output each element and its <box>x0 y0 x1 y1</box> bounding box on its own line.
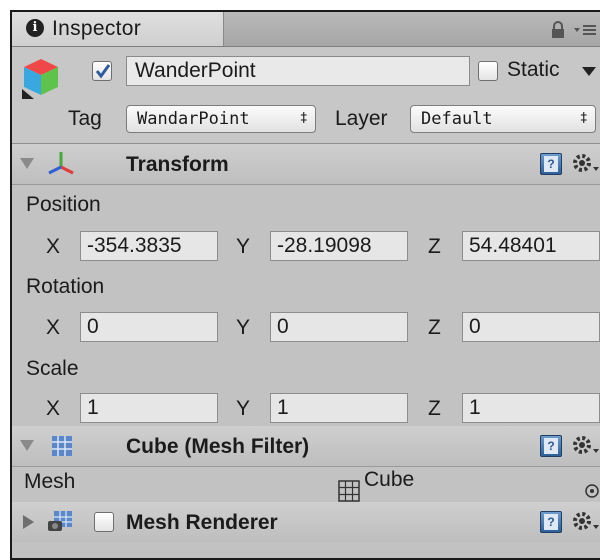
mesh-value[interactable]: Cube <box>364 468 414 492</box>
info-icon: i <box>26 19 44 37</box>
foldout-arrow[interactable] <box>20 158 34 169</box>
mesh-icon <box>338 480 360 502</box>
tag-dropdown-arrows: ‡ <box>300 111 308 126</box>
transform-icon <box>48 152 74 175</box>
mesh-filter-header[interactable]: Cube (Mesh Filter) ? <box>12 426 600 467</box>
rotation-y-label[interactable]: Y <box>236 316 250 340</box>
scale-label: Scale <box>26 357 79 380</box>
mesh-filter-icon <box>52 436 72 456</box>
position-y-field[interactable]: -28.19098 <box>270 231 408 261</box>
static-checkbox[interactable] <box>478 61 498 81</box>
tab-label: Inspector <box>52 17 142 40</box>
help-glyph: ? <box>544 514 558 530</box>
rotation-label: Rotation <box>26 275 105 298</box>
gear-icon[interactable] <box>570 509 600 535</box>
rotation-x-field[interactable]: 0 <box>80 312 218 342</box>
position-z-label[interactable]: Z <box>428 235 441 259</box>
tab-inspector[interactable]: i Inspector <box>12 12 224 46</box>
foldout-arrow[interactable] <box>23 515 34 529</box>
help-glyph: ? <box>544 438 558 454</box>
mesh-renderer-title: Mesh Renderer <box>126 511 278 534</box>
transform-title: Transform <box>126 153 229 176</box>
static-label: Static <box>507 58 560 81</box>
gear-icon[interactable] <box>570 151 600 177</box>
rotation-x-label[interactable]: X <box>46 316 60 340</box>
transform-header[interactable]: Transform ? <box>12 144 600 185</box>
rotation-z-field[interactable]: 0 <box>462 312 600 342</box>
help-icon[interactable]: ? <box>540 435 562 457</box>
scale-z-field[interactable]: 1 <box>462 393 600 423</box>
position-z-field[interactable]: 54.48401 <box>462 231 600 261</box>
tab-bar: i Inspector <box>12 12 600 47</box>
object-picker-icon[interactable] <box>584 483 600 499</box>
rotation-z-label[interactable]: Z <box>428 316 441 340</box>
tag-value: WandarPoint <box>137 109 250 129</box>
scale-z-label[interactable]: Z <box>428 397 441 421</box>
scale-y-label[interactable]: Y <box>236 397 250 421</box>
transform-body: Position X -354.3835 Y -28.19098 Z 54.48… <box>12 185 600 433</box>
tag-dropdown[interactable]: WandarPoint ‡ <box>126 105 316 133</box>
rotation-y-field[interactable]: 0 <box>270 312 408 342</box>
scale-x-label[interactable]: X <box>46 397 60 421</box>
gameobject-header: WanderPoint Static Tag WandarPoint ‡ Lay… <box>12 47 600 144</box>
tag-label: Tag <box>68 107 102 130</box>
mesh-filter-body: Mesh <box>12 467 600 501</box>
lock-icon[interactable] <box>548 20 568 40</box>
layer-label: Layer <box>335 107 388 130</box>
mesh-renderer-header[interactable]: Mesh Renderer ? <box>12 502 600 542</box>
layer-value: Default <box>421 109 493 129</box>
tab-menu-icon[interactable] <box>572 22 598 38</box>
layer-dropdown[interactable]: Default ‡ <box>410 105 596 133</box>
gear-icon[interactable] <box>570 433 600 459</box>
name-field[interactable]: WanderPoint <box>126 56 470 86</box>
layer-dropdown-arrows: ‡ <box>580 111 588 126</box>
position-label: Position <box>26 193 101 216</box>
help-glyph: ? <box>544 156 558 172</box>
position-y-label[interactable]: Y <box>236 235 250 259</box>
static-dropdown-arrow[interactable] <box>582 67 596 76</box>
mesh-renderer-enabled-checkbox[interactable] <box>94 512 114 532</box>
position-x-label[interactable]: X <box>46 235 60 259</box>
scale-y-field[interactable]: 1 <box>270 393 408 423</box>
position-x-field[interactable]: -354.3835 <box>80 231 218 261</box>
scale-x-field[interactable]: 1 <box>80 393 218 423</box>
inspector-window: i Inspector WanderPoint Static Tag Wanda… <box>10 10 600 560</box>
mesh-label: Mesh <box>24 470 76 493</box>
help-icon[interactable]: ? <box>540 511 562 533</box>
active-checkbox[interactable] <box>92 61 112 81</box>
gameobject-icon <box>22 59 58 99</box>
mesh-filter-title: Cube (Mesh Filter) <box>126 435 310 458</box>
mesh-renderer-icon <box>48 511 72 531</box>
foldout-arrow[interactable] <box>20 440 34 451</box>
help-icon[interactable]: ? <box>540 153 562 175</box>
